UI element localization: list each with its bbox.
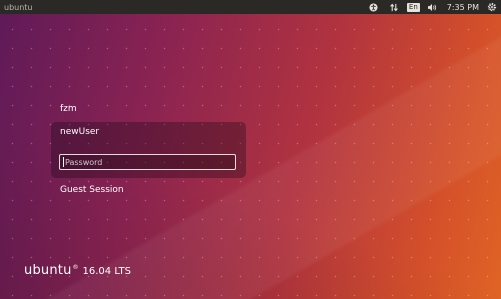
network-arrows-icon[interactable] — [387, 0, 401, 14]
top-panel: ubuntu En 7:35 PM — [0, 0, 501, 14]
ubuntu-brand: ubuntu ® 16.04 LTS — [24, 263, 131, 278]
hostname-label: ubuntu — [4, 2, 33, 12]
password-placeholder: Password — [65, 157, 103, 167]
lock-screen: ubuntu En 7:35 PM fzm newUser Password G… — [0, 0, 501, 299]
indicator-area: En 7:35 PM — [367, 0, 501, 14]
clock-label[interactable]: 7:35 PM — [447, 0, 479, 14]
password-field[interactable]: Password — [59, 154, 236, 170]
gear-power-icon[interactable] — [486, 0, 498, 14]
brand-logo-text: ubuntu — [24, 263, 72, 278]
registered-mark: ® — [72, 264, 79, 271]
text-caret — [63, 157, 64, 167]
login-box: newUser Password — [51, 122, 246, 178]
brand-version: 16.04 LTS — [82, 266, 131, 277]
guest-session-item[interactable]: Guest Session — [60, 185, 124, 195]
user-item-newuser[interactable]: newUser — [60, 127, 99, 137]
keyboard-layout-label: En — [406, 2, 420, 12]
keyboard-layout-indicator[interactable]: En — [406, 0, 420, 14]
user-item-fzm[interactable]: fzm — [60, 104, 77, 114]
accessibility-icon[interactable] — [367, 0, 381, 14]
volume-icon[interactable] — [426, 0, 440, 14]
